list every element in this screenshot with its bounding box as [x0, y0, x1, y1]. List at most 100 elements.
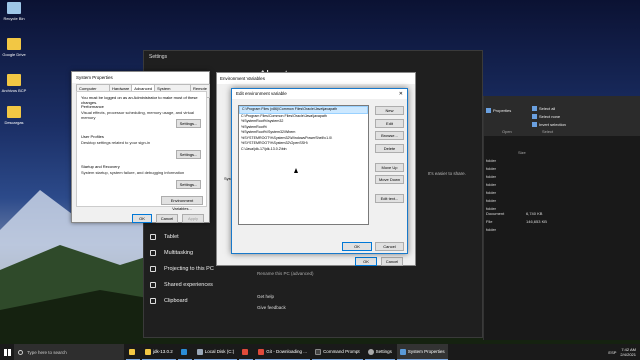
table-row[interactable]: folder — [486, 158, 636, 163]
taskbar: Type here to search jdk-13.0.2 Local Dis… — [0, 344, 640, 360]
taskbar-item-file-explorer[interactable] — [126, 344, 140, 360]
window-title: Settings — [149, 54, 168, 60]
taskbar-item-system-properties[interactable]: System Properties — [396, 344, 448, 360]
nav-item-shared-experiences[interactable]: Shared experiences — [144, 277, 244, 293]
move-up-button[interactable]: Move Up — [375, 163, 404, 172]
environment-variables-button[interactable]: Environment Variables... — [161, 196, 203, 211]
nav-item-label: Shared experiences — [164, 282, 213, 288]
nav-item-label: Multitasking — [164, 250, 194, 256]
select-none-button[interactable]: Select none — [532, 114, 561, 120]
desktop-icon-descargas[interactable]: Descargas — [1, 106, 27, 125]
taskbar-item-command-prompt[interactable]: Command Prompt — [312, 344, 363, 360]
search-icon — [18, 349, 23, 355]
taskbar-item-label: Command Prompt — [323, 349, 360, 354]
windows-icon — [3, 348, 11, 356]
table-row[interactable]: folder — [486, 166, 636, 171]
folder-icon — [7, 38, 21, 50]
gear-icon — [367, 348, 374, 355]
cmd-icon — [315, 348, 322, 355]
file-explorer-icon — [129, 348, 135, 355]
chrome-icon — [242, 348, 249, 355]
table-row[interactable]: Document 6,740 KB — [486, 211, 636, 216]
select-none-icon — [532, 114, 537, 120]
select-none-label: Select none — [539, 114, 561, 119]
folder-icon — [7, 106, 21, 118]
edit-text-button[interactable]: Edit text... — [375, 194, 404, 203]
rename-pc-link[interactable]: Rename this PC (advanced) — [257, 271, 314, 276]
taskbar-item-chrome[interactable] — [239, 344, 254, 360]
apply-button[interactable]: Apply — [182, 214, 204, 223]
properties-button[interactable]: Properties — [486, 108, 512, 114]
user-profiles-section: User Profiles Desktop settings related t… — [81, 134, 150, 145]
system-icon — [399, 348, 406, 355]
window-title: Environment Variables — [217, 73, 415, 84]
close-icon[interactable]: ✕ — [399, 89, 403, 99]
startup-settings-button[interactable]: Settings... — [176, 180, 201, 189]
get-help-link[interactable]: Get help — [257, 294, 274, 299]
move-down-button[interactable]: Move Down — [375, 175, 404, 184]
section-heading: User Profiles — [81, 134, 104, 139]
performance-settings-button[interactable]: Settings... — [176, 119, 201, 128]
shared-icon — [150, 282, 156, 288]
ok-button[interactable]: OK — [342, 242, 372, 251]
taskbar-item-jdk[interactable]: jdk-13.0.2 — [142, 344, 176, 360]
list-item[interactable]: C:\Program Files (x86)\Common Files\Orac… — [239, 106, 368, 114]
user-profiles-settings-button[interactable]: Settings... — [176, 150, 201, 159]
window-title: Edit environment variable — [236, 91, 287, 96]
taskbar-search[interactable]: Type here to search — [14, 344, 124, 360]
row-type: File — [486, 219, 493, 224]
invert-selection-icon — [532, 122, 537, 128]
dialog-titlebar: Edit environment variable ✕ — [232, 89, 407, 99]
edit-environment-variable-dialog: Edit environment variable ✕ C:\Program F… — [231, 88, 408, 254]
properties-label: Properties — [493, 108, 512, 113]
section-heading: Startup and Recovery — [81, 164, 120, 169]
language-indicator[interactable]: ESP — [608, 350, 616, 355]
ok-button[interactable]: OK — [132, 214, 152, 223]
taskbar-item-edge[interactable] — [177, 344, 192, 360]
edit-button[interactable]: Edit — [375, 119, 404, 128]
recycle-bin-icon — [7, 2, 21, 14]
row-type: folder — [486, 166, 497, 171]
ok-button[interactable]: OK — [355, 257, 377, 266]
section-description: Desktop settings related to your sign-in — [81, 140, 151, 145]
invert-selection-button[interactable]: Invert selection — [532, 122, 566, 128]
nav-item-clipboard[interactable]: Clipboard — [144, 293, 244, 309]
taskbar-item-label: Settings — [375, 349, 392, 354]
list-item[interactable]: C:\Java\jdk-17\jdk-13.0.2\bin — [239, 147, 368, 153]
table-row[interactable]: folder — [486, 198, 636, 203]
delete-button[interactable]: Delete — [375, 144, 404, 153]
start-button[interactable] — [0, 344, 14, 360]
taskbar-item-label: Git - Downloading ... — [266, 349, 308, 354]
clock[interactable]: 7:42 AM 2/4/2021 — [620, 347, 636, 357]
cancel-button[interactable]: Cancel — [381, 257, 403, 266]
table-row[interactable]: folder — [486, 227, 636, 232]
give-feedback-link[interactable]: Give feedback — [257, 305, 286, 310]
desktop-icon-archivos-bcp[interactable]: Archivos BCP — [1, 74, 27, 93]
folder-icon — [7, 74, 21, 86]
taskbar-item-label: jdk-13.0.2 — [153, 349, 173, 354]
taskbar-item-label: System Properties — [407, 349, 445, 354]
new-button[interactable]: New — [375, 106, 404, 115]
table-row[interactable]: File 146,653 KB — [486, 219, 636, 224]
row-type: folder — [486, 182, 497, 187]
disk-icon — [196, 348, 203, 355]
column-header-size[interactable]: Size — [518, 150, 526, 155]
table-row[interactable]: folder — [486, 190, 636, 195]
nav-item-label: Projecting to this PC — [164, 266, 214, 272]
taskbar-item-git-download[interactable]: Git - Downloading ... — [255, 344, 311, 360]
path-list[interactable]: C:\Program Files (x86)\Common Files\Orac… — [238, 105, 369, 225]
row-type: folder — [486, 190, 497, 195]
side-note: It's easier to share. — [428, 171, 466, 176]
desktop-icon-google-drive[interactable]: Google Drive — [1, 38, 27, 57]
cancel-button[interactable]: Cancel — [375, 242, 404, 251]
desktop-icon-recycle-bin[interactable]: Recycle Bin — [1, 2, 27, 21]
browse-button[interactable]: Browse... — [375, 131, 404, 140]
table-row[interactable]: folder — [486, 174, 636, 179]
taskbar-item-local-disk[interactable]: Local Disk (C:) — [193, 344, 238, 360]
select-all-button[interactable]: Select all — [532, 106, 555, 112]
taskbar-item-settings[interactable]: Settings — [364, 344, 395, 360]
row-type: Document — [486, 211, 505, 216]
ribbon-group-select: Select — [542, 129, 554, 134]
table-row[interactable]: folder — [486, 182, 636, 187]
cancel-button[interactable]: Cancel — [156, 214, 178, 223]
